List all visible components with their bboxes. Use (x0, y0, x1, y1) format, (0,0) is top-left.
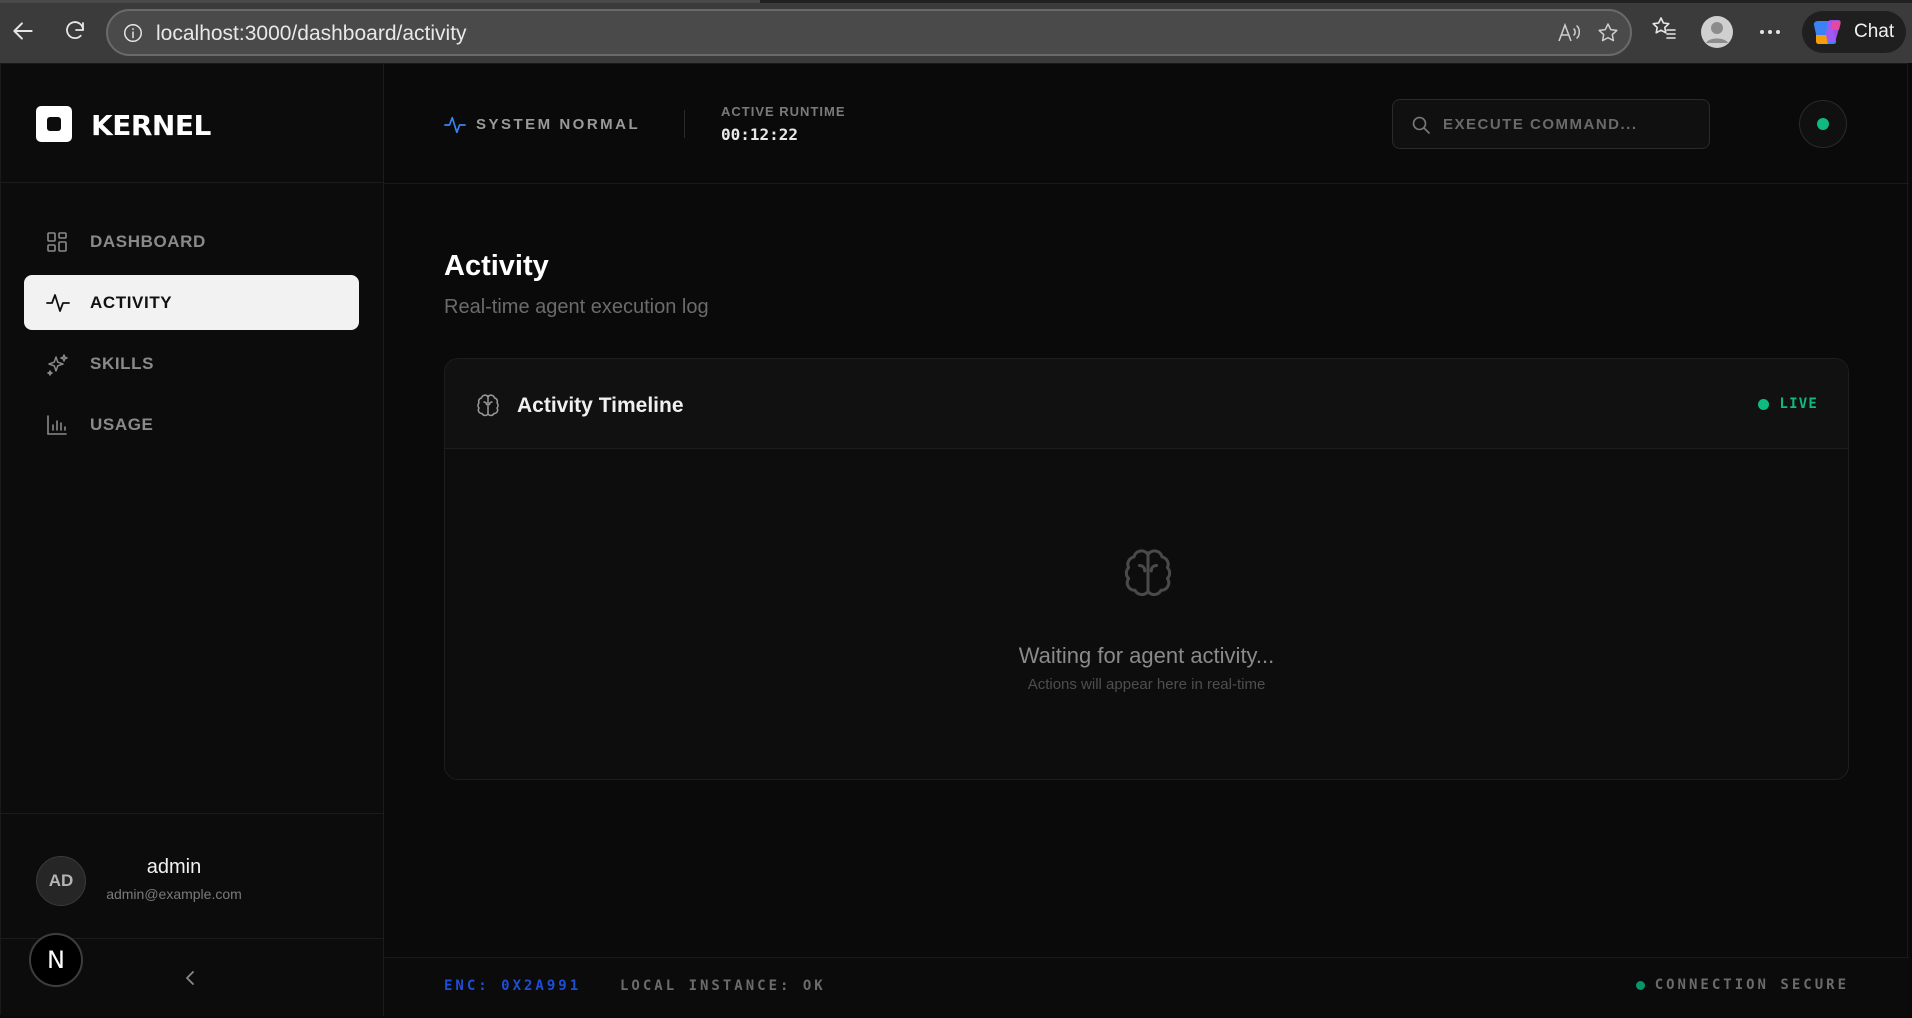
command-search[interactable] (1392, 99, 1710, 149)
search-icon (1411, 115, 1431, 135)
url-text[interactable]: localhost:3000/dashboard/activity (156, 22, 467, 46)
user-name: admin (146, 856, 202, 878)
sidebar-item-dashboard[interactable]: DASHBOARD (24, 214, 359, 269)
pulse-icon (444, 114, 466, 136)
bar-chart-icon (46, 414, 68, 436)
sidebar-item-label: USAGE (90, 415, 154, 434)
grid-icon (46, 231, 68, 253)
brain-icon (1120, 544, 1176, 600)
read-aloud-icon[interactable] (1556, 21, 1582, 45)
sparkles-icon (46, 353, 70, 377)
reload-icon[interactable] (60, 16, 90, 46)
main-content: SYSTEM NORMAL ACTIVE RUNTIME 00:12:22 Ac… (384, 64, 1909, 1016)
avatar[interactable]: AD (36, 856, 86, 906)
user-email: admin@example.com (106, 886, 242, 902)
brain-icon (475, 392, 501, 418)
browser-toolbar: localhost:3000/dashboard/activity Chat (0, 0, 1912, 63)
user-profile[interactable]: AD admin admin@example.com (1, 813, 383, 939)
activity-timeline-card: Activity Timeline LIVE Waiting for agent… (444, 358, 1849, 780)
chevron-left-icon[interactable] (181, 968, 201, 988)
empty-state: Waiting for agent activity... Actions wi… (445, 449, 1848, 779)
card-header: Activity Timeline LIVE (445, 359, 1848, 449)
sidebar-item-activity[interactable]: ACTIVITY (24, 275, 359, 330)
system-status: SYSTEM NORMAL (444, 114, 638, 136)
live-label: LIVE (1779, 396, 1818, 412)
copilot-icon (1812, 17, 1844, 47)
copilot-chat-button[interactable]: Chat (1802, 11, 1906, 53)
favorites-icon[interactable] (1650, 14, 1678, 42)
command-input[interactable] (1443, 100, 1703, 148)
page-title: Activity (444, 250, 549, 282)
brand[interactable]: KERNEL (1, 64, 383, 183)
star-icon[interactable] (1596, 21, 1620, 45)
brand-name: KERNEL (91, 109, 211, 142)
empty-message: Waiting for agent activity... (1018, 643, 1275, 668)
connection-status-text: CONNECTION SECURE (1654, 977, 1849, 993)
runtime-label: ACTIVE RUNTIME (721, 104, 846, 119)
page-subtitle: Real-time agent execution log (444, 296, 709, 318)
live-badge: LIVE (1758, 396, 1818, 412)
browser-tab-strip (0, 0, 1912, 3)
status-footer: ENC: 0X2A991 LOCAL INSTANCE: OK CONNECTI… (384, 957, 1909, 1016)
sidebar-item-label: DASHBOARD (90, 232, 206, 251)
info-icon[interactable] (122, 22, 144, 44)
app-window: KERNEL DASHBOARD ACTIVITY SKILLS USAGE A… (0, 63, 1909, 1016)
more-icon[interactable] (1756, 20, 1784, 44)
address-bar[interactable]: localhost:3000/dashboard/activity (106, 9, 1632, 56)
pulse-icon (46, 292, 70, 314)
sidebar-item-usage[interactable]: USAGE (24, 397, 359, 452)
sidebar: KERNEL DASHBOARD ACTIVITY SKILLS USAGE A… (1, 64, 384, 1016)
divider (684, 110, 685, 138)
kernel-logo-icon (36, 106, 72, 142)
status-indicator-button[interactable] (1799, 100, 1847, 148)
sidebar-nav: DASHBOARD ACTIVITY SKILLS USAGE (24, 214, 359, 458)
empty-subtext: Actions will appear here in real-time (1027, 676, 1266, 693)
sidebar-item-label: SKILLS (90, 354, 155, 373)
chat-label: Chat (1854, 21, 1895, 42)
card-title: Activity Timeline (517, 394, 684, 417)
system-status-text: SYSTEM NORMAL (476, 116, 641, 133)
sidebar-item-skills[interactable]: SKILLS (24, 336, 359, 391)
runtime-value: 00:12:22 (721, 125, 799, 144)
connection-status: CONNECTION SECURE (1635, 977, 1849, 993)
profile-icon[interactable] (1700, 15, 1734, 49)
back-arrow-icon[interactable] (8, 16, 38, 46)
top-bar: SYSTEM NORMAL ACTIVE RUNTIME 00:12:22 (384, 64, 1909, 184)
nextjs-dev-badge[interactable]: N (29, 933, 83, 987)
encryption-id: ENC: 0X2A991 (444, 978, 582, 994)
sidebar-item-label: ACTIVITY (90, 293, 173, 312)
local-instance-status: LOCAL INSTANCE: OK (620, 978, 826, 994)
